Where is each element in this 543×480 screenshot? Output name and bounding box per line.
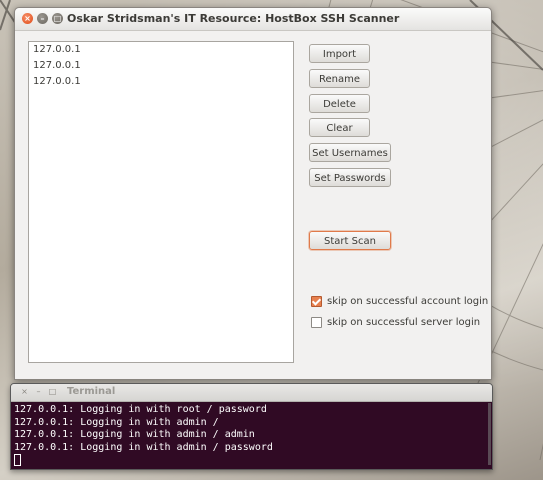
scanner-window: × – □ Oskar Stridsman's IT Resource: Hos… — [14, 7, 492, 380]
terminal-line: 127.0.0.1: Logging in with admin / passw… — [14, 441, 273, 453]
set-passwords-button[interactable]: Set Passwords — [309, 168, 391, 187]
host-list[interactable]: 127.0.0.1 127.0.0.1 127.0.0.1 — [28, 41, 294, 363]
terminal-maximize-button[interactable]: □ — [47, 386, 58, 397]
close-window-button[interactable]: × — [22, 13, 33, 24]
clear-button[interactable]: Clear — [309, 118, 370, 137]
skip-server-option[interactable]: skip on successful server login — [311, 316, 480, 330]
host-list-item[interactable]: 127.0.0.1 — [29, 42, 293, 58]
terminal-line: 127.0.0.1: Logging in with admin / — [14, 416, 219, 428]
delete-button[interactable]: Delete — [309, 94, 370, 113]
terminal-window: × – □ Terminal 127.0.0.1: Logging in wit… — [10, 383, 493, 470]
window-title: Oskar Stridsman's IT Resource: HostBox S… — [67, 12, 400, 25]
skip-account-checkbox[interactable] — [311, 296, 322, 307]
terminal-minimize-button[interactable]: – — [33, 386, 44, 397]
terminal-titlebar[interactable]: × – □ Terminal — [11, 384, 492, 402]
skip-server-checkbox[interactable] — [311, 317, 322, 328]
rename-button[interactable]: Rename — [309, 69, 370, 88]
maximize-window-button[interactable]: □ — [52, 13, 63, 24]
host-list-item[interactable]: 127.0.0.1 — [29, 74, 293, 90]
skip-account-option[interactable]: skip on successful account login — [311, 295, 488, 309]
terminal-title: Terminal — [67, 386, 116, 397]
window-titlebar[interactable]: × – □ Oskar Stridsman's IT Resource: Hos… — [15, 8, 491, 31]
host-list-item[interactable]: 127.0.0.1 — [29, 58, 293, 74]
skip-server-label: skip on successful server login — [327, 317, 481, 328]
minimize-window-button[interactable]: – — [37, 13, 48, 24]
terminal-prompt[interactable] — [14, 454, 492, 469]
import-button[interactable]: Import — [309, 44, 370, 63]
skip-account-label: skip on successful account login — [327, 296, 489, 307]
set-usernames-button[interactable]: Set Usernames — [309, 143, 391, 162]
terminal-line: 127.0.0.1: Logging in with admin / admin — [14, 429, 255, 440]
desktop-background: × – □ Oskar Stridsman's IT Resource: Hos… — [0, 0, 543, 480]
start-scan-button[interactable]: Start Scan — [309, 231, 391, 250]
terminal-line: 127.0.0.1: Logging in with root / passwo… — [14, 404, 267, 415]
terminal-close-button[interactable]: × — [19, 386, 30, 397]
terminal-scrollbar[interactable] — [488, 403, 491, 465]
terminal-output[interactable]: 127.0.0.1: Logging in with root / passwo… — [11, 402, 492, 469]
terminal-cursor — [14, 454, 21, 466]
